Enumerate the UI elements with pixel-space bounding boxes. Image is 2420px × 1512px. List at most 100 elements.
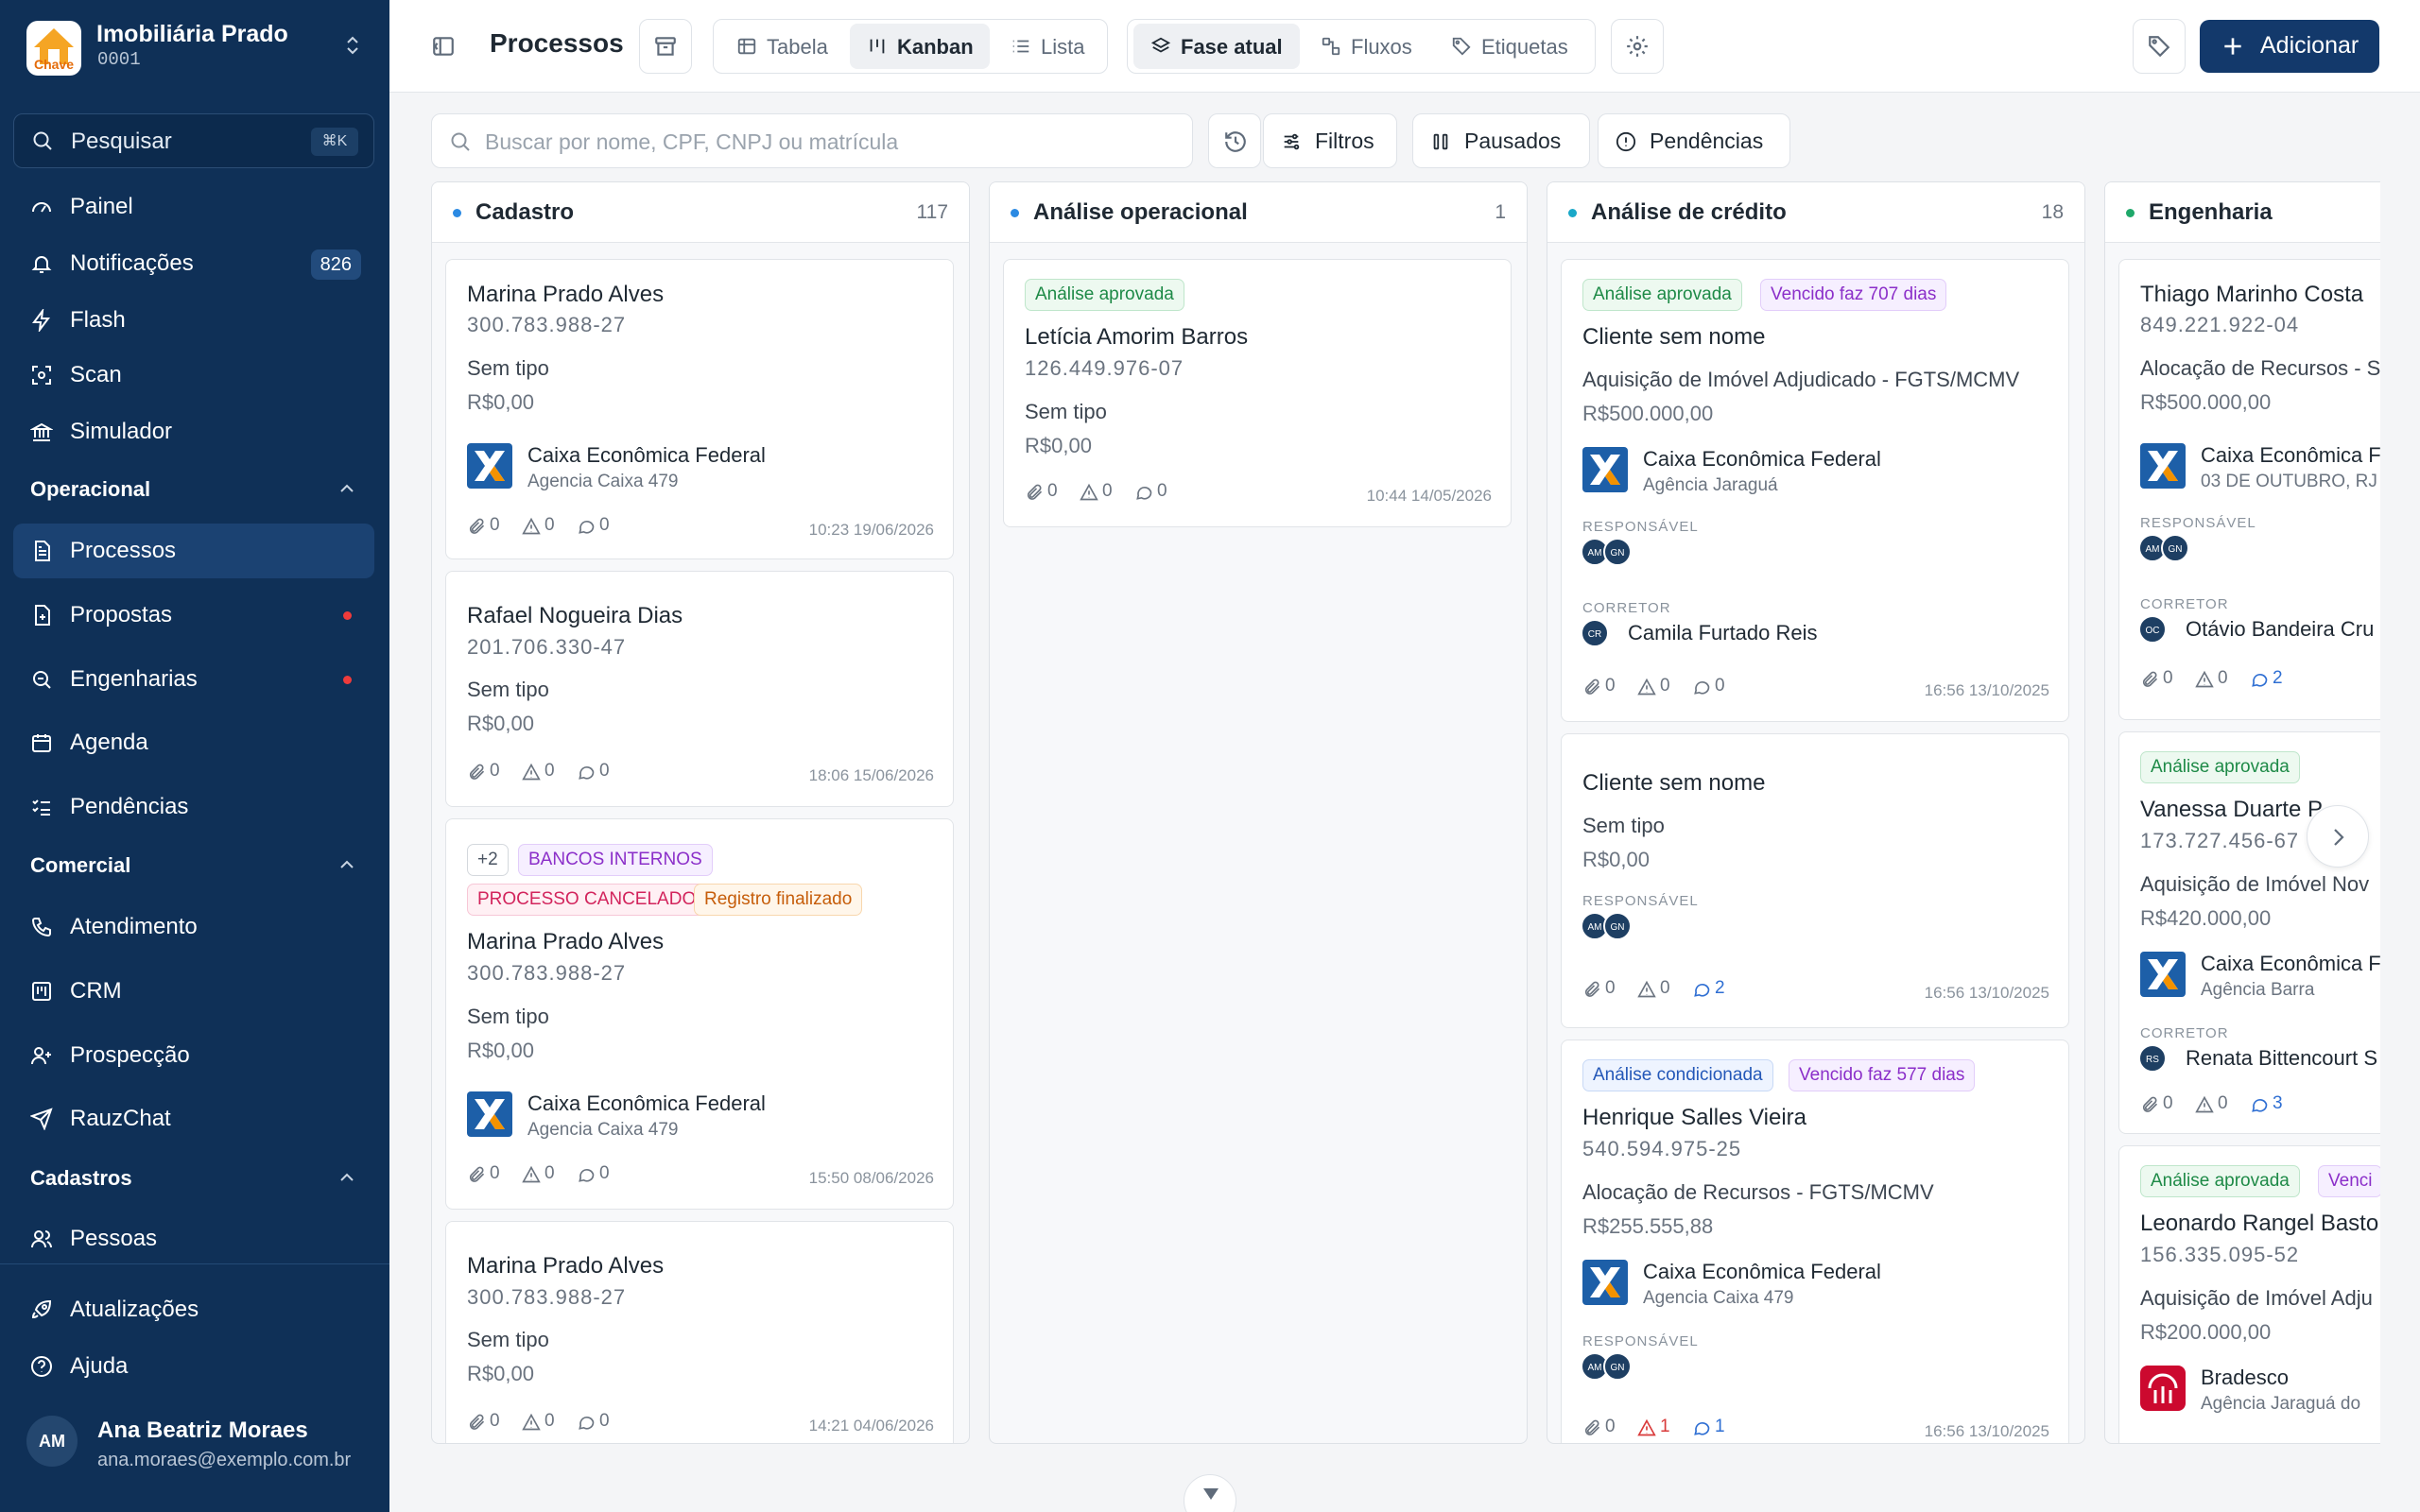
tag-more[interactable]: +2 [467, 844, 509, 876]
comments-count: 0 [1715, 676, 1725, 696]
list-icon [1011, 36, 1031, 57]
nav-notificacoes[interactable]: Notificações 826 [13, 236, 374, 291]
process-card[interactable]: Marina Prado Alves 300.783.988-27 Sem ti… [445, 1221, 954, 1443]
client-name: Marina Prado Alves [467, 1253, 665, 1279]
process-card[interactable]: Cliente sem nome Sem tipo R$0,00 RESPONS… [1561, 733, 2069, 1028]
tag-icon [2134, 34, 2185, 59]
nav-processos[interactable]: Processos [13, 524, 374, 578]
alerts-count: 0 [1660, 978, 1670, 998]
process-card[interactable]: Rafael Nogueira Dias 201.706.330-47 Sem … [445, 571, 954, 807]
nav-pendencias[interactable]: Pendências [13, 780, 374, 834]
nav-painel[interactable]: Painel [13, 180, 374, 234]
nav-scan[interactable]: Scan [13, 348, 374, 403]
tag-bancos-internos[interactable]: BANCOS INTERNOS [518, 844, 713, 876]
process-card[interactable]: Análise condicionada Vencido faz 577 dia… [1561, 1040, 2069, 1443]
process-card[interactable]: Análise aprovada Vencido faz 707 dias Cl… [1561, 259, 2069, 722]
nav-engenharias[interactable]: Engenharias [13, 652, 374, 707]
tag-vencido[interactable]: Vencido faz 577 dias [1789, 1059, 1976, 1091]
group-fase-atual[interactable]: Fase atual [1133, 24, 1300, 69]
tag-analise-condicionada[interactable]: Análise condicionada [1582, 1059, 1773, 1091]
nav-label: Ajuda [70, 1353, 129, 1379]
section-label: Cadastros [30, 1166, 132, 1190]
view-kanban[interactable]: Kanban [850, 24, 990, 69]
tag-vencido[interactable]: Vencido faz 707 dias [1760, 279, 1947, 311]
nav-agenda[interactable]: Agenda [13, 715, 374, 770]
filters-label: Filtros [1315, 129, 1374, 153]
avatar[interactable]: GN [1603, 1352, 1632, 1381]
scroll-down-button[interactable] [1184, 1474, 1236, 1512]
section-comercial[interactable]: Comercial [30, 851, 361, 880]
page-title: Processos [490, 28, 624, 58]
caixa-logo-icon [2140, 443, 2186, 489]
warning-icon [1080, 483, 1098, 502]
tag-processo-cancelado[interactable]: PROCESSO CANCELADO [467, 884, 707, 916]
process-card[interactable]: Marina Prado Alves 300.783.988-27 Sem ti… [445, 259, 954, 559]
broker-label: CORRETOR [2140, 1025, 2229, 1041]
nav-crm[interactable]: CRM [13, 964, 374, 1019]
nav-simulador[interactable]: Simulador [13, 404, 374, 459]
pending-button[interactable]: Pendências [1598, 113, 1790, 168]
nav-atualizacoes[interactable]: Atualizações [13, 1282, 374, 1337]
tag-analise-aprovada[interactable]: Análise aprovada [2140, 1165, 2300, 1197]
tag-vencido[interactable]: Venci [2318, 1165, 2380, 1197]
avatar[interactable]: GN [2161, 534, 2189, 562]
nav-pessoas[interactable]: Pessoas [13, 1211, 374, 1266]
nav-rauzchat[interactable]: RauzChat [13, 1091, 374, 1146]
avatar[interactable]: GN [1603, 538, 1632, 566]
nav-ajuda[interactable]: Ajuda [13, 1339, 374, 1394]
search-input[interactable] [485, 126, 1166, 158]
section-operacional[interactable]: Operacional [30, 475, 361, 504]
nav-prospeccao[interactable]: Prospecção [13, 1028, 374, 1083]
view-tabela[interactable]: Tabela [719, 24, 846, 69]
history-button[interactable] [1208, 113, 1261, 168]
comment-icon [1692, 1418, 1711, 1437]
search-icon [449, 130, 472, 153]
column-title: Análise de crédito [1591, 199, 1787, 225]
alerts-count: 0 [1660, 676, 1670, 696]
comments-count: 2 [2273, 668, 2283, 688]
process-card[interactable]: +2 BANCOS INTERNOS PROCESSO CANCELADO Re… [445, 818, 954, 1210]
paused-button[interactable]: Pausados [1412, 113, 1590, 168]
org-switcher[interactable]: Chave Imobiliária Prado 0001 [25, 19, 365, 77]
toggle-sidebar-button[interactable] [424, 26, 463, 66]
process-card[interactable]: Análise aprovada Letícia Amorim Barros 1… [1003, 259, 1512, 527]
gauge-icon [30, 196, 53, 218]
add-button[interactable]: Adicionar [2200, 20, 2379, 73]
search-label: Pesquisar [71, 129, 172, 154]
section-label: Comercial [30, 853, 131, 877]
filters-button[interactable]: Filtros [1263, 113, 1397, 168]
comments-count: 0 [599, 1411, 610, 1431]
avatar[interactable]: RS [2138, 1044, 2167, 1073]
group-fluxos[interactable]: Fluxos [1304, 24, 1430, 69]
section-cadastros[interactable]: Cadastros [30, 1164, 361, 1193]
tags-button[interactable] [2133, 19, 2186, 74]
settings-button[interactable] [1611, 19, 1664, 74]
bank-name: Caixa Econômica Federal [527, 1091, 766, 1115]
view-lista[interactable]: Lista [994, 24, 1105, 69]
sidebar-search[interactable]: Pesquisar ⌘K [13, 113, 374, 168]
tag-registro-finalizado[interactable]: Registro finalizado [694, 884, 863, 916]
nav-flash[interactable]: Flash [13, 293, 374, 348]
archive-button[interactable] [639, 19, 692, 74]
client-document: 126.449.976-07 [1025, 356, 1184, 380]
process-card[interactable]: Análise aprovada Vanessa Duarte P 173.72… [2118, 731, 2380, 1134]
tag-analise-aprovada[interactable]: Análise aprovada [1582, 279, 1742, 311]
process-card[interactable]: Análise aprovada Venci Leonardo Rangel B… [2118, 1145, 2380, 1443]
process-search [431, 113, 1193, 168]
group-etiquetas[interactable]: Etiquetas [1434, 24, 1591, 69]
avatar[interactable]: GN [1603, 912, 1632, 940]
user-menu[interactable]: AM Ana Beatriz Moraes ana.moraes@exemplo… [26, 1412, 376, 1478]
grouping-switcher: Fase atual Fluxos Etiquetas [1127, 19, 1596, 74]
nav-atendimento[interactable]: Atendimento [13, 900, 374, 954]
client-name: Henrique Salles Vieira [1582, 1105, 1807, 1130]
paperclip-icon [1025, 483, 1044, 502]
avatar[interactable]: CR [1581, 619, 1609, 647]
phone-icon [30, 916, 53, 938]
process-card[interactable]: Thiago Marinho Costa 849.221.922-04 Aloc… [2118, 259, 2380, 720]
avatar[interactable]: OC [2138, 615, 2167, 644]
nav-propostas[interactable]: Propostas [13, 588, 374, 643]
scroll-right-button[interactable] [2307, 805, 2369, 868]
column-header: Análise operacional 1 [990, 182, 1527, 243]
tag-analise-aprovada[interactable]: Análise aprovada [2140, 751, 2300, 783]
tag-analise-aprovada[interactable]: Análise aprovada [1025, 279, 1184, 311]
